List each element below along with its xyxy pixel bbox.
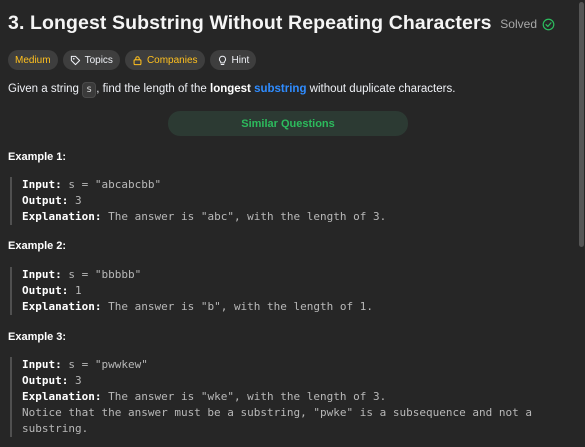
companies-label: Companies [146, 54, 198, 66]
example-title: Example 2: [8, 240, 67, 252]
bold-word: longest [210, 83, 251, 95]
scrollbar-track[interactable] [577, 0, 585, 447]
example-block: Input: s = "bbbbb" Output: 1 Explanation: … [10, 267, 373, 315]
topics-label: Topics [84, 54, 113, 66]
example-block: Input: s = "pwwkew" Output: 3 Explanation:… [10, 357, 532, 437]
example-note-line: Notice that the answer must be a substri… [22, 406, 532, 419]
example-block: Input: s = "abcabcbb" Output: 3 Explanatio… [10, 177, 386, 225]
problem-statement: Given a string s, find the length of the… [8, 82, 575, 98]
check-circle-icon [542, 18, 555, 30]
companies-tag[interactable]: Companies [124, 50, 205, 70]
solved-status: Solved [500, 17, 555, 31]
solved-label: Solved [500, 17, 537, 31]
example-title: Example 3: [8, 331, 67, 343]
lock-icon [133, 55, 142, 65]
tag-row: Medium Topics Companies Hint [8, 50, 257, 70]
problem-title[interactable]: 3. Longest Substring Without Repeating C… [8, 12, 492, 35]
example-note-line: substring. [22, 422, 89, 435]
hint-label: Hint [231, 54, 250, 66]
example-title: Example 1: [8, 151, 67, 163]
inline-code: s [82, 82, 97, 98]
topics-tag[interactable]: Topics [62, 50, 120, 70]
problem-description-panel: 3. Longest Substring Without Repeating C… [0, 0, 585, 447]
difficulty-label: Medium [15, 54, 51, 66]
tag-icon [70, 55, 80, 65]
hint-tag[interactable]: Hint [209, 50, 257, 70]
scrollbar-thumb[interactable] [579, 2, 584, 247]
difficulty-tag[interactable]: Medium [8, 50, 58, 70]
lightbulb-icon [218, 55, 226, 65]
similar-questions-button[interactable]: Similar Questions [168, 111, 408, 136]
substring-link[interactable]: substring [254, 83, 306, 95]
title-row: 3. Longest Substring Without Repeating C… [8, 12, 573, 38]
